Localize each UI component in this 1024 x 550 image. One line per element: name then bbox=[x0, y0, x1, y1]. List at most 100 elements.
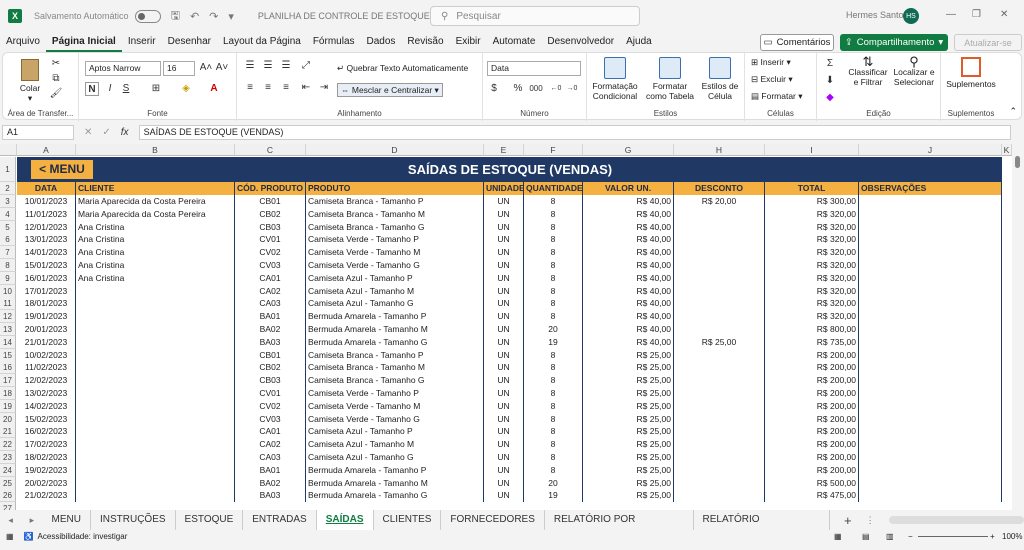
menu-tab[interactable]: Dados bbox=[361, 32, 402, 52]
column-header[interactable]: K bbox=[1002, 144, 1012, 156]
conditional-format-button[interactable]: Formatação Condicional bbox=[591, 57, 639, 101]
sheet-tab[interactable]: MENU bbox=[43, 510, 91, 530]
zoom-in-icon[interactable]: + bbox=[990, 532, 995, 541]
next-sheet-icon[interactable]: ▸ bbox=[21, 515, 42, 526]
row-header[interactable]: 13 bbox=[0, 323, 16, 336]
table-cell[interactable]: 12/01/2023 bbox=[17, 220, 76, 234]
table-cell[interactable] bbox=[674, 361, 765, 375]
table-cell[interactable]: 19 bbox=[524, 335, 583, 349]
table-cell[interactable]: R$ 40,00 bbox=[583, 259, 674, 272]
merge-center-button[interactable]: ⇔ Mesclar e Centralizar ▾ bbox=[337, 83, 443, 97]
table-cell[interactable] bbox=[674, 233, 765, 247]
table-cell[interactable]: 17/02/2023 bbox=[17, 438, 76, 452]
table-cell[interactable]: Ana Cristina bbox=[76, 220, 235, 234]
table-cell[interactable]: 18/01/2023 bbox=[17, 297, 76, 311]
table-cell[interactable] bbox=[674, 220, 765, 234]
align-right-icon[interactable]: ≡ bbox=[279, 81, 293, 95]
table-cell[interactable]: 8 bbox=[524, 374, 583, 388]
avatar[interactable]: HS bbox=[903, 8, 919, 24]
paste-button[interactable]: Colar ▾ bbox=[17, 59, 43, 103]
table-cell[interactable]: CA03 bbox=[235, 451, 306, 464]
menu-tab[interactable]: Arquivo bbox=[0, 32, 46, 52]
sheet-tab[interactable]: FORNECEDORES bbox=[441, 510, 545, 530]
table-cell[interactable]: R$ 300,00 bbox=[765, 195, 859, 208]
menu-tab[interactable]: Desenhar bbox=[162, 32, 217, 52]
table-cell[interactable]: UN bbox=[484, 284, 524, 298]
thousands-icon[interactable]: 000 bbox=[529, 82, 543, 96]
row-header[interactable]: 5 bbox=[0, 220, 16, 234]
sheet-tab[interactable]: ESTOQUE bbox=[176, 510, 244, 530]
autosave-toggle[interactable] bbox=[134, 9, 161, 23]
table-cell[interactable]: UN bbox=[484, 412, 524, 426]
percent-icon[interactable]: % bbox=[511, 82, 525, 96]
table-cell[interactable]: CA01 bbox=[235, 425, 306, 439]
table-cell[interactable]: R$ 25,00 bbox=[583, 348, 674, 362]
table-cell[interactable] bbox=[76, 476, 235, 490]
table-cell[interactable] bbox=[76, 489, 235, 503]
font-color-icon[interactable]: A bbox=[207, 82, 221, 96]
table-cell[interactable]: R$ 800,00 bbox=[765, 323, 859, 336]
table-cell[interactable] bbox=[674, 463, 765, 477]
table-cell[interactable]: CB02 bbox=[235, 361, 306, 375]
align-left-icon[interactable]: ≡ bbox=[243, 81, 257, 95]
table-cell[interactable]: Bermuda Amarela - Tamanho M bbox=[306, 476, 484, 490]
table-cell[interactable]: Ana Cristina bbox=[76, 246, 235, 260]
table-cell[interactable] bbox=[859, 463, 1002, 477]
table-cell[interactable]: R$ 200,00 bbox=[765, 463, 859, 477]
align-middle-icon[interactable]: ☰ bbox=[261, 59, 275, 73]
table-cell[interactable] bbox=[76, 463, 235, 477]
row-header[interactable]: 7 bbox=[0, 246, 16, 260]
table-cell[interactable] bbox=[674, 348, 765, 362]
table-cell[interactable] bbox=[859, 438, 1002, 452]
row-header[interactable]: 12 bbox=[0, 310, 16, 324]
row-header[interactable]: 14 bbox=[0, 335, 16, 349]
table-cell[interactable]: UN bbox=[484, 297, 524, 311]
horizontal-scrollbar[interactable] bbox=[888, 516, 1024, 524]
table-cell[interactable]: Camiseta Branca - Tamanho G bbox=[306, 374, 484, 388]
table-cell[interactable] bbox=[859, 310, 1002, 324]
accessibility-icon[interactable]: ♿ bbox=[24, 532, 34, 541]
table-cell[interactable] bbox=[859, 284, 1002, 298]
table-cell[interactable]: R$ 25,00 bbox=[583, 438, 674, 452]
table-cell[interactable] bbox=[674, 246, 765, 260]
table-cell[interactable]: 13/01/2023 bbox=[17, 233, 76, 247]
update-button[interactable]: Atualizar-se bbox=[954, 34, 1022, 51]
table-cell[interactable] bbox=[674, 489, 765, 503]
table-cell[interactable]: Ana Cristina bbox=[76, 259, 235, 272]
table-cell[interactable]: 20/02/2023 bbox=[17, 476, 76, 490]
row-header[interactable]: 21 bbox=[0, 425, 16, 439]
search-box[interactable]: ⚲ Pesquisar bbox=[430, 6, 640, 26]
table-cell[interactable] bbox=[859, 335, 1002, 349]
table-cell[interactable]: R$ 40,00 bbox=[583, 207, 674, 221]
table-cell[interactable]: 16/02/2023 bbox=[17, 425, 76, 439]
table-cell[interactable] bbox=[674, 387, 765, 400]
table-cell[interactable]: 8 bbox=[524, 310, 583, 324]
spreadsheet-grid[interactable]: < MENU SAÍDAS DE ESTOQUE (VENDAS) ABCDEF… bbox=[0, 144, 1012, 510]
table-cell[interactable]: CV02 bbox=[235, 399, 306, 413]
table-cell[interactable] bbox=[674, 451, 765, 464]
row-header[interactable]: 8 bbox=[0, 259, 16, 272]
table-cell[interactable]: CV01 bbox=[235, 233, 306, 247]
menu-tab[interactable]: Fórmulas bbox=[307, 32, 361, 52]
table-cell[interactable] bbox=[674, 374, 765, 388]
table-cell[interactable] bbox=[76, 412, 235, 426]
fill-icon[interactable]: ⬇ bbox=[823, 74, 837, 88]
table-cell[interactable]: 8 bbox=[524, 451, 583, 464]
table-cell[interactable] bbox=[859, 399, 1002, 413]
menu-tab[interactable]: Ajuda bbox=[620, 32, 658, 52]
table-cell[interactable]: UN bbox=[484, 399, 524, 413]
table-cell[interactable]: UN bbox=[484, 387, 524, 400]
table-cell[interactable]: R$ 25,00 bbox=[674, 335, 765, 349]
normal-view-icon[interactable]: ▦ bbox=[834, 532, 842, 541]
table-cell[interactable]: R$ 25,00 bbox=[583, 463, 674, 477]
table-cell[interactable]: R$ 40,00 bbox=[583, 310, 674, 324]
table-cell[interactable]: 20 bbox=[524, 476, 583, 490]
table-cell[interactable]: Camiseta Verde - Tamanho M bbox=[306, 246, 484, 260]
table-cell[interactable]: Ana Cristina bbox=[76, 233, 235, 247]
borders-icon[interactable]: ⊞ bbox=[149, 82, 163, 96]
row-header[interactable]: 16 bbox=[0, 361, 16, 375]
table-cell[interactable]: Ana Cristina bbox=[76, 271, 235, 285]
column-header[interactable]: B bbox=[76, 144, 235, 156]
table-cell[interactable]: Bermuda Amarela - Tamanho P bbox=[306, 310, 484, 324]
table-cell[interactable]: R$ 20,00 bbox=[674, 195, 765, 208]
